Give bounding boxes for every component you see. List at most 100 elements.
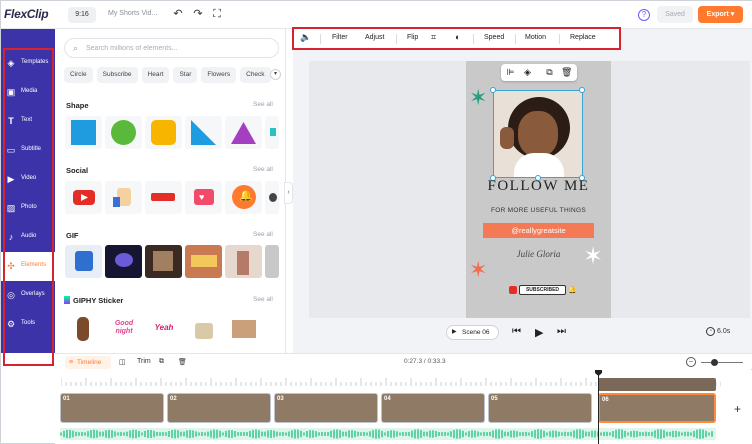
shape-circle[interactable]: [105, 116, 142, 149]
gif-thumb-2[interactable]: [105, 245, 142, 278]
canvas-subtitle-text[interactable]: FOR MORE USEFUL THINGS: [466, 207, 611, 214]
sidebar-item-video[interactable]: ▶ Video: [1, 165, 55, 194]
chip-check[interactable]: Check: [240, 67, 271, 83]
shape-more[interactable]: [265, 116, 279, 149]
shape-square[interactable]: [65, 116, 102, 149]
sidebar-item-subtitle[interactable]: ▭ Subtitle: [1, 136, 55, 165]
sidebar-item-templates[interactable]: ◈ Templates: [1, 49, 55, 78]
align-icon[interactable]: ⊫: [505, 67, 516, 78]
layers-icon[interactable]: ◈: [522, 67, 533, 78]
sidebar-item-text[interactable]: T Text: [1, 107, 55, 136]
shape-triangle[interactable]: [225, 116, 262, 149]
sticker-dancer[interactable]: [65, 312, 102, 345]
app-logo[interactable]: FlexClip: [4, 7, 49, 21]
aspect-ratio-button[interactable]: 9:16: [68, 7, 96, 23]
delete-icon[interactable]: 🗑: [561, 67, 572, 78]
zoom-out-icon[interactable]: −: [686, 357, 696, 367]
sidebar-item-photo[interactable]: ▨ Photo: [1, 194, 55, 223]
crop-icon[interactable]: ⌗: [431, 32, 436, 43]
previous-icon[interactable]: ⏮: [512, 326, 521, 337]
chip-heart[interactable]: Heart: [141, 67, 170, 83]
help-icon[interactable]: ?: [638, 9, 650, 21]
timeline-clip[interactable]: 03: [274, 393, 378, 423]
speed-button[interactable]: Speed: [484, 34, 504, 41]
canvas-signature-text[interactable]: Julie Gloria: [466, 249, 611, 259]
selected-photo-element[interactable]: [493, 90, 583, 178]
social-more[interactable]: [265, 181, 279, 214]
sticker-good-night[interactable]: Good night: [105, 312, 142, 345]
contrast-icon[interactable]: ◐: [455, 32, 460, 42]
flip-button[interactable]: Flip: [407, 34, 418, 41]
social-subscribe[interactable]: [145, 181, 182, 214]
scene-duration[interactable]: 6.0s: [717, 328, 730, 335]
see-all-social[interactable]: See all: [253, 166, 273, 173]
duplicate-icon[interactable]: ⧉: [544, 67, 555, 78]
add-clip-button[interactable]: +: [734, 402, 741, 416]
redo-icon[interactable]: ↷: [192, 8, 204, 20]
gif-thumb-1[interactable]: [65, 245, 102, 278]
sidebar-item-elements[interactable]: ✣ Elements: [1, 252, 55, 281]
fullscreen-icon[interactable]: ⛶: [211, 8, 223, 20]
chip-flowers[interactable]: Flowers: [201, 67, 237, 83]
timeline-clip[interactable]: 05: [488, 393, 592, 423]
timeline-clip-selected[interactable]: 06: [598, 393, 716, 423]
sidebar-item-audio[interactable]: ♪ Audio: [1, 223, 55, 252]
chip-star[interactable]: Star: [173, 67, 198, 83]
saved-button[interactable]: Saved: [657, 6, 693, 23]
see-all-gif[interactable]: See all: [253, 231, 273, 238]
overlay-track-clip[interactable]: [598, 378, 716, 391]
volume-icon[interactable]: 🔈: [300, 32, 311, 43]
resize-handle[interactable]: [579, 87, 585, 93]
chip-circle[interactable]: Circle: [64, 67, 93, 83]
sticker-photo[interactable]: [225, 312, 262, 345]
split-icon[interactable]: ◫: [119, 358, 126, 366]
trim-button[interactable]: Trim: [137, 358, 151, 365]
motion-button[interactable]: Motion: [525, 34, 546, 41]
subscribed-badge[interactable]: SUBSCRIBED: [519, 285, 566, 295]
sidebar-item-overlays[interactable]: ◎ Overlays: [1, 281, 55, 310]
adjust-button[interactable]: Adjust: [365, 34, 384, 41]
social-heart[interactable]: ♥: [185, 181, 222, 214]
playhead[interactable]: [598, 372, 599, 444]
collapse-panel-icon[interactable]: ‹: [284, 182, 293, 204]
canvas-handle-text[interactable]: @reallygreatsite: [483, 223, 594, 238]
shape-triangle-right[interactable]: [185, 116, 222, 149]
chip-subscribe[interactable]: Subscribe: [96, 67, 138, 83]
undo-icon[interactable]: ↶: [172, 8, 184, 20]
shape-rounded-square[interactable]: [145, 116, 182, 149]
sticker-cake[interactable]: [185, 312, 222, 345]
filter-button[interactable]: Filter: [332, 34, 348, 41]
gif-thumb-more[interactable]: [265, 245, 279, 278]
audio-track[interactable]: [60, 428, 716, 440]
duplicate-icon[interactable]: ⧉: [159, 358, 164, 366]
timeline-clip[interactable]: 02: [167, 393, 271, 423]
canvas-title-text[interactable]: FOLLOW ME: [466, 178, 611, 195]
scene-selector[interactable]: ▶ Scene 06: [446, 325, 499, 340]
search-input[interactable]: [86, 43, 266, 54]
delete-icon[interactable]: 🗑: [178, 358, 187, 366]
social-like[interactable]: [105, 181, 142, 214]
see-all-giphy[interactable]: See all: [253, 296, 273, 303]
sidebar-item-media[interactable]: ▣ Media: [1, 78, 55, 107]
see-all-shape[interactable]: See all: [253, 101, 273, 108]
next-icon[interactable]: ⏭: [557, 326, 566, 337]
zoom-slider[interactable]: [701, 362, 743, 363]
project-name[interactable]: My Shorts Vid...: [108, 10, 157, 17]
export-button[interactable]: Export ▾: [698, 6, 743, 23]
timeline-clip[interactable]: 01: [60, 393, 164, 423]
zoom-slider-knob[interactable]: [711, 359, 718, 366]
timeline-clip[interactable]: 04: [381, 393, 485, 423]
gif-thumb-3[interactable]: [145, 245, 182, 278]
search-box[interactable]: ⌕: [64, 38, 279, 58]
sticker-yeah[interactable]: Yeah: [145, 312, 182, 345]
gif-thumb-4[interactable]: [185, 245, 222, 278]
gif-thumb-5[interactable]: [225, 245, 262, 278]
social-youtube[interactable]: [65, 181, 102, 214]
replace-button[interactable]: Replace: [570, 34, 596, 41]
play-icon[interactable]: ▶: [535, 326, 543, 339]
resize-handle[interactable]: [490, 87, 496, 93]
sidebar-item-tools[interactable]: ⚙ Tools: [1, 310, 55, 339]
timeline-tab[interactable]: ≡ Timeline: [65, 356, 111, 369]
social-bell[interactable]: 🔔: [225, 181, 262, 214]
chips-next-icon[interactable]: ▾: [270, 69, 281, 80]
